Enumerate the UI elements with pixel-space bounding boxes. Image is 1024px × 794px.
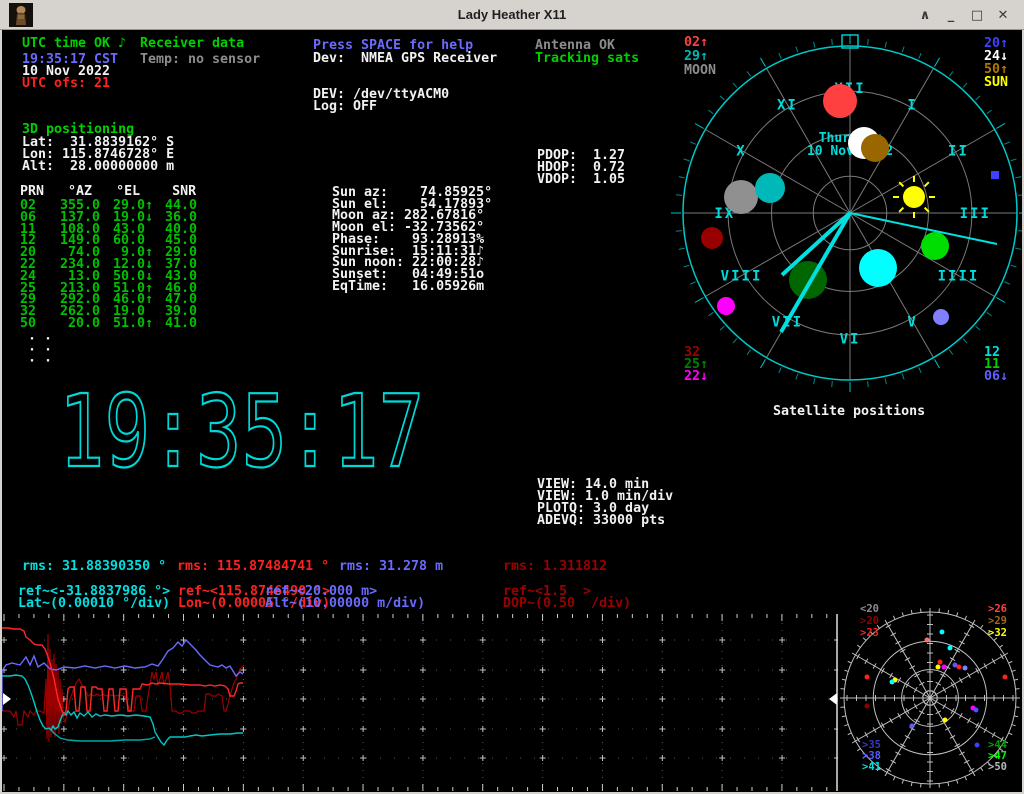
window-title: Lady Heather X11	[0, 7, 1024, 22]
sat-dot-06	[933, 309, 949, 325]
snr-dot-9	[1003, 675, 1008, 680]
plot-area[interactable]	[2, 614, 838, 791]
clock-numeral-I: I	[907, 98, 917, 114]
snr-label->20: >20	[860, 616, 879, 627]
maximize-button[interactable]: □	[964, 3, 990, 27]
snr-dot-12	[865, 675, 870, 680]
sat-dot-25	[789, 261, 827, 299]
vdop: VDOP: 1.05	[537, 174, 625, 186]
satellite-position-map[interactable]: XIIIIIIIIIIIIVVIVIIVIIIIXXXIThursday10 N…	[671, 28, 1024, 430]
snr-dot-7	[957, 665, 962, 670]
receiver-data-title: Receiver data	[140, 38, 244, 50]
snr-dot-15	[974, 708, 979, 713]
snr-label->29: >29	[988, 616, 1007, 627]
sun-moon-line-8: EqTime: 16.05926m	[332, 281, 484, 293]
sat-table-row-50: 5020.051.0↑41.0	[20, 316, 197, 331]
main-screen: UTC time OK ♪ 19:35:17 CST 10 Nov 2022 U…	[0, 0, 1024, 794]
snr-dot-4	[936, 665, 941, 670]
clock-numeral-X: X	[736, 143, 746, 159]
shade-button[interactable]: ∧	[912, 3, 938, 27]
altitude: Alt: 28.00000000 m	[22, 161, 174, 173]
scale-stat-3: DOP~(0.50 /div)	[503, 598, 631, 610]
snr-dot-8	[963, 666, 968, 671]
temp-status: Temp: no sensor	[140, 54, 260, 66]
view-line-3: ADEVQ: 33000 pts	[537, 515, 665, 527]
sky-label-22↓: 22↓	[684, 371, 708, 383]
sat-dot-50	[861, 134, 889, 162]
snr-dot-16	[943, 718, 948, 723]
clock-numeral-II: II	[948, 143, 969, 159]
utc-status: UTC time OK ♪	[22, 38, 126, 50]
snr-dot-0	[940, 630, 945, 635]
sat-table-more-2: · ·	[28, 356, 52, 368]
sat-dot-MOON	[724, 180, 758, 214]
snr-dot-11	[890, 680, 895, 685]
sky-label-SUN: SUN	[984, 77, 1008, 89]
sat-table-header: PRN °AZ °EL SNR	[20, 186, 196, 198]
sky-label-02↑: 02↑	[684, 37, 708, 49]
sky-label-MOON: MOON	[684, 65, 716, 77]
sky-label-29↑: 29↑	[684, 51, 708, 63]
rms-stat-3: rms: 1.311812	[503, 561, 607, 573]
snr-label->50: >50	[988, 762, 1007, 773]
clock-numeral-XI: XI	[777, 98, 798, 114]
log-status: Log: OFF	[313, 101, 377, 113]
big-clock-digits: 19:35:17	[59, 390, 424, 482]
snr-label->23: >23	[860, 628, 879, 639]
sat-dot-29	[755, 173, 785, 203]
sat-dot-02	[823, 84, 857, 118]
sat-dot-11	[921, 232, 949, 260]
snr-dot-3	[938, 660, 943, 665]
snr-dot-5	[942, 665, 947, 670]
rms-stat-2: rms: 31.278 m	[339, 561, 443, 573]
snr-label-<20: <20	[860, 604, 879, 615]
sat-dot-12	[859, 249, 897, 287]
minimize-button[interactable]: _	[938, 3, 964, 27]
scale-stat-2: Alt~(10.00000 m/div)	[265, 598, 425, 610]
clock-numeral-VIII: VIII	[721, 269, 763, 285]
snr-label->41: >41	[862, 762, 881, 773]
clock-numeral-III: III	[960, 206, 991, 222]
window-border-left	[0, 30, 2, 792]
tracking-status: Tracking sats	[535, 53, 639, 65]
lady-heather-window: UTC time OK ♪ 19:35:17 CST 10 Nov 2022 U…	[0, 0, 1024, 794]
snr-dot-2	[948, 646, 953, 651]
plot-trace-Alt	[2, 640, 243, 711]
snr-dot-1	[925, 638, 930, 643]
sat-dot-20	[991, 171, 999, 179]
snr-label->32: >32	[988, 628, 1007, 639]
snr-dot-13	[865, 704, 870, 709]
plot-trace-Lat2	[50, 729, 155, 741]
snr-dot-18	[975, 743, 980, 748]
close-button[interactable]: ✕	[990, 3, 1016, 27]
snr-dot-17	[910, 724, 915, 729]
sky-map-title: Satellite positions	[773, 406, 925, 418]
utc-offset: UTC ofs: 21	[22, 78, 110, 90]
clock-numeral-VI: VI	[840, 331, 861, 347]
sat-dot-32	[701, 227, 723, 249]
plot-left-ref-arrow	[3, 693, 11, 705]
sat-dot-SUN	[903, 186, 925, 208]
plot-right-ref-arrow	[829, 693, 837, 705]
plot-trace-Lon	[2, 628, 243, 715]
titlebar[interactable]: Lady Heather X11 ∧ _ □ ✕	[0, 0, 1024, 30]
clock-numeral-V: V	[907, 314, 917, 330]
big-digital-clock: 19:35:17	[55, 390, 480, 482]
sky-label-06↓: 06↓	[984, 371, 1008, 383]
scale-stat-0: Lat~(0.00010 °/div)	[18, 598, 170, 610]
snr-label->26: >26	[988, 604, 1007, 615]
sat-dot-22	[717, 297, 735, 315]
plot-trace-DOP	[2, 634, 243, 741]
device-type: Dev: NMEA GPS Receiver	[313, 53, 497, 65]
rms-stat-1: rms: 115.87484741 °	[177, 561, 329, 573]
clock-numeral-IIII: IIII	[938, 269, 980, 285]
rms-stat-0: rms: 31.88390350 °	[22, 561, 166, 573]
